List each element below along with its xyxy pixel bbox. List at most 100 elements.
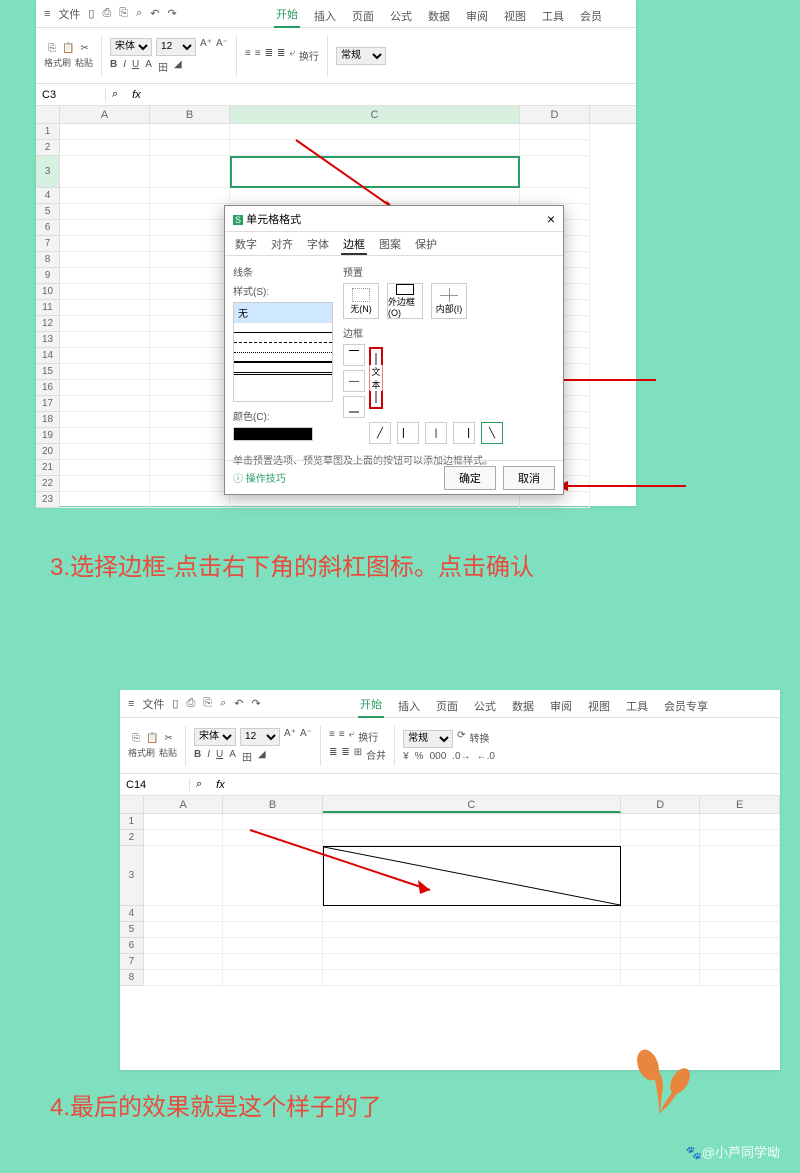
tab-start[interactable]: 开始: [358, 692, 384, 718]
cell[interactable]: [150, 364, 230, 380]
row-header[interactable]: 20: [36, 444, 60, 460]
cell[interactable]: [60, 236, 150, 252]
tab-review[interactable]: 审阅: [548, 694, 574, 718]
cell[interactable]: [144, 846, 224, 906]
cell[interactable]: [223, 814, 322, 830]
ok-button[interactable]: 确定: [444, 466, 496, 490]
row-header[interactable]: 8: [120, 970, 144, 986]
col-header[interactable]: E: [700, 796, 780, 813]
cell[interactable]: [150, 204, 230, 220]
decrease-font-icon[interactable]: A⁻: [216, 38, 228, 56]
col-header[interactable]: A: [144, 796, 224, 813]
bold-button[interactable]: B: [110, 59, 117, 74]
cell[interactable]: [520, 140, 590, 156]
undo-icon[interactable]: ↶: [150, 7, 159, 20]
cell[interactable]: [60, 156, 150, 188]
row-header[interactable]: 2: [36, 140, 60, 156]
increase-font-icon[interactable]: A⁺: [200, 38, 212, 56]
font-color-icon[interactable]: A: [229, 749, 236, 764]
decimal-inc-icon[interactable]: .0→: [452, 751, 470, 762]
preset-none-button[interactable]: 无(N): [343, 283, 379, 319]
cell[interactable]: [621, 970, 701, 986]
bold-button[interactable]: B: [194, 749, 201, 764]
cell[interactable]: [323, 846, 621, 906]
paste-icon[interactable]: 📋: [62, 43, 74, 54]
row-header[interactable]: 22: [36, 476, 60, 492]
size-select[interactable]: 12: [240, 728, 280, 746]
tab-insert[interactable]: 插入: [396, 694, 422, 718]
print-icon[interactable]: ⎘: [203, 697, 212, 710]
paste-icon[interactable]: 📋: [146, 733, 158, 744]
cell[interactable]: [144, 814, 224, 830]
cancel-button[interactable]: 取消: [503, 466, 555, 490]
cell[interactable]: [60, 460, 150, 476]
preview-icon[interactable]: ⌕: [136, 7, 142, 20]
preset-outline-button[interactable]: 外边框(O): [387, 283, 423, 319]
wrap-icon[interactable]: ⤶: [289, 48, 295, 63]
cell[interactable]: [700, 954, 780, 970]
cut-icon[interactable]: ✂: [81, 43, 89, 54]
col-header[interactable]: B: [150, 106, 230, 123]
name-box[interactable]: C14: [120, 779, 190, 791]
row-header[interactable]: 3: [120, 846, 144, 906]
toolbar-icon[interactable]: ▯: [172, 697, 178, 710]
row-header[interactable]: 10: [36, 284, 60, 300]
tab-view[interactable]: 视图: [586, 694, 612, 718]
tab-start[interactable]: 开始: [274, 2, 300, 28]
border-vmid-button[interactable]: |: [425, 422, 447, 444]
cell[interactable]: [621, 954, 701, 970]
align-top-icon[interactable]: ≡: [245, 48, 251, 63]
save-icon[interactable]: ⎙: [102, 7, 111, 20]
cell[interactable]: [60, 300, 150, 316]
menu-icon[interactable]: ≡: [128, 698, 134, 710]
cell[interactable]: [520, 188, 590, 204]
format-painter-icon[interactable]: ⎘: [132, 733, 140, 744]
cell[interactable]: [60, 444, 150, 460]
cell[interactable]: [150, 284, 230, 300]
cell[interactable]: [323, 906, 621, 922]
cell[interactable]: [700, 922, 780, 938]
dlg-tab-font[interactable]: 字体: [305, 232, 331, 255]
cell[interactable]: [150, 380, 230, 396]
border-right-button[interactable]: ⎹: [453, 422, 475, 444]
cell[interactable]: [60, 220, 150, 236]
cell[interactable]: [323, 922, 621, 938]
color-picker[interactable]: [233, 427, 313, 441]
font-color-icon[interactable]: A: [145, 59, 152, 74]
dlg-tab-align[interactable]: 对齐: [269, 232, 295, 255]
cell[interactable]: [144, 938, 224, 954]
name-box[interactable]: C3: [36, 89, 106, 101]
cell[interactable]: [150, 156, 230, 188]
cell[interactable]: [223, 922, 322, 938]
cell[interactable]: [150, 348, 230, 364]
tab-view[interactable]: 视图: [502, 4, 528, 28]
align-center-icon[interactable]: ≣: [341, 747, 349, 762]
cell[interactable]: [60, 364, 150, 380]
fill-icon[interactable]: ◢: [258, 749, 266, 764]
save-icon[interactable]: ⎙: [186, 697, 195, 710]
cell[interactable]: [60, 476, 150, 492]
row-header[interactable]: 1: [36, 124, 60, 140]
cell[interactable]: [230, 124, 520, 140]
cell[interactable]: [60, 428, 150, 444]
cell[interactable]: [144, 922, 224, 938]
font-select[interactable]: 宋体: [194, 728, 236, 746]
row-header[interactable]: 5: [36, 204, 60, 220]
spreadsheet-grid[interactable]: ABCDE12345678: [120, 796, 780, 986]
align-mid-icon[interactable]: ≡: [339, 729, 345, 744]
cell[interactable]: [223, 938, 322, 954]
menu-icon[interactable]: ≡: [44, 8, 50, 20]
cell[interactable]: [621, 922, 701, 938]
dlg-tab-number[interactable]: 数字: [233, 232, 259, 255]
size-select[interactable]: 12: [156, 38, 196, 56]
cell[interactable]: [144, 830, 224, 846]
row-header[interactable]: 9: [36, 268, 60, 284]
cell[interactable]: [700, 830, 780, 846]
tab-tools[interactable]: 工具: [540, 4, 566, 28]
search-icon[interactable]: ⌕: [106, 88, 124, 101]
align-mid-icon[interactable]: ≡: [255, 48, 261, 63]
cell[interactable]: [150, 236, 230, 252]
help-link[interactable]: ⓘ 操作技巧: [233, 470, 286, 485]
tab-formula[interactable]: 公式: [472, 694, 498, 718]
tab-insert[interactable]: 插入: [312, 4, 338, 28]
